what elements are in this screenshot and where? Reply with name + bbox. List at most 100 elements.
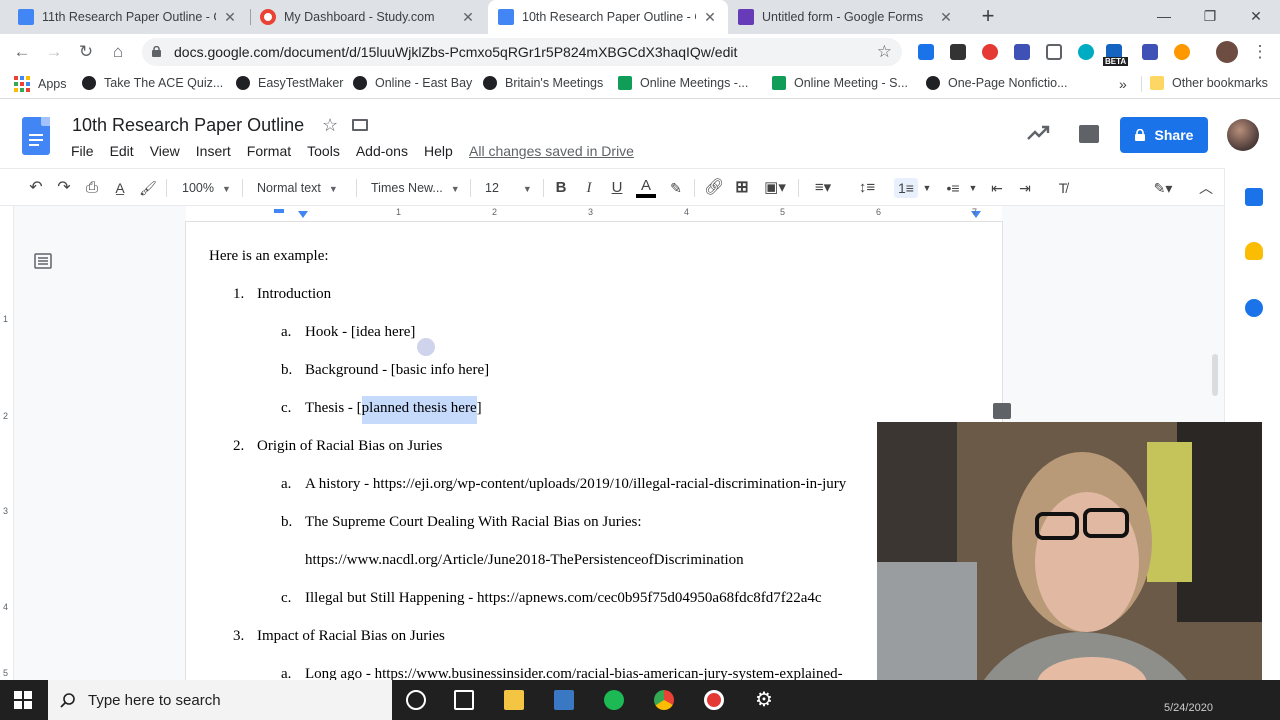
back-icon[interactable]: ← (10, 40, 34, 64)
file-explorer-icon[interactable] (504, 690, 524, 710)
url-text[interactable]: docs.google.com/document/d/15luuWjklZbs-… (174, 44, 737, 60)
browser-tab[interactable]: Untitled form - Google Forms ✕ (728, 0, 964, 34)
bookmark-item[interactable]: Online Meeting - S... (772, 76, 908, 90)
home-icon[interactable]: ⌂ (106, 40, 130, 64)
bookmark-star-icon[interactable]: ☆ (877, 42, 892, 62)
italic-button[interactable]: I (580, 178, 598, 198)
increase-indent-icon[interactable]: ⇥ (1014, 178, 1036, 198)
comment-history-icon[interactable] (1079, 125, 1099, 143)
task-view-icon[interactable] (454, 690, 474, 710)
font-select[interactable]: Times New... ▼ (371, 178, 460, 198)
spellcheck-icon[interactable]: A̲ (110, 178, 130, 198)
extension-icon[interactable] (982, 44, 998, 60)
store-icon[interactable] (554, 690, 574, 710)
reload-icon[interactable]: ↻ (74, 40, 98, 64)
close-icon[interactable]: ✕ (460, 9, 476, 25)
align-icon[interactable]: ≡▾ (808, 178, 838, 198)
share-button[interactable]: Share (1120, 117, 1208, 153)
font-size-select[interactable]: 12 ▼ (485, 178, 532, 198)
numbered-list-icon[interactable]: 1≡ (894, 178, 918, 198)
browser-tab-active[interactable]: 10th Research Paper Outline - Go ✕ (488, 0, 728, 34)
bookmark-item[interactable]: EasyTestMaker (236, 76, 343, 90)
bold-button[interactable]: B (552, 178, 570, 198)
browser-tab[interactable]: My Dashboard - Study.com ✕ (250, 0, 486, 34)
extension-icon[interactable] (1078, 44, 1094, 60)
activity-dashboard-icon[interactable] (1026, 123, 1050, 143)
document-outline-icon[interactable] (34, 253, 52, 269)
browser-tab[interactable]: 11th Research Paper Outline - Go ✕ (8, 0, 248, 34)
bookmark-apps[interactable]: Apps (14, 76, 67, 92)
extension-icon[interactable] (1014, 44, 1030, 60)
cortana-icon[interactable] (406, 690, 426, 710)
restore-icon[interactable]: ❐ (1190, 4, 1230, 28)
link-icon[interactable]: 🔗︎ (704, 178, 724, 198)
print-icon[interactable]: ⎙ (82, 178, 102, 198)
bookmark-item[interactable]: Online Meetings -... (618, 76, 748, 90)
first-line-indent-marker[interactable] (274, 209, 284, 213)
menu-help[interactable]: Help (424, 143, 453, 159)
profile-avatar[interactable] (1216, 41, 1238, 63)
keep-icon[interactable] (1245, 242, 1263, 260)
menu-file[interactable]: File (71, 143, 94, 159)
editing-mode-icon[interactable]: ✎▾ (1146, 178, 1180, 198)
menu-tools[interactable]: Tools (307, 143, 340, 159)
bookmark-item[interactable]: Britain's Meetings (483, 76, 603, 90)
insert-image-icon[interactable]: ▣▾ (760, 178, 790, 198)
left-indent-marker[interactable] (298, 211, 308, 218)
extension-icon[interactable] (950, 44, 966, 60)
paint-format-icon[interactable]: 🖌 (138, 178, 158, 198)
move-to-folder-icon[interactable] (352, 119, 368, 131)
extension-icon[interactable] (918, 44, 934, 60)
forward-icon[interactable]: → (42, 40, 66, 64)
bookmark-item[interactable]: Online - East Bay (353, 76, 472, 90)
extension-icon[interactable] (1174, 44, 1190, 60)
undo-icon[interactable]: ↶ (26, 178, 46, 198)
menu-addons[interactable]: Add-ons (356, 143, 408, 159)
zoom-select[interactable]: 100% ▼ (182, 178, 231, 198)
extension-icon[interactable] (1046, 44, 1062, 60)
chrome-icon[interactable] (654, 690, 674, 710)
decrease-indent-icon[interactable]: ⇤ (986, 178, 1008, 198)
close-icon[interactable]: ✕ (938, 9, 954, 25)
settings-gear-icon[interactable]: ⚙ (754, 690, 774, 710)
bulleted-list-icon[interactable]: •≡ (942, 178, 964, 198)
save-status[interactable]: All changes saved in Drive (469, 143, 634, 159)
line-spacing-icon[interactable]: ↕≡ (856, 178, 878, 198)
style-select[interactable]: Normal text ▼ (257, 178, 338, 198)
menu-format[interactable]: Format (247, 143, 291, 159)
caret-down-icon[interactable]: ▼ (920, 178, 934, 198)
star-icon[interactable]: ☆ (322, 115, 338, 136)
add-comment-icon[interactable] (993, 403, 1011, 419)
menu-edit[interactable]: Edit (110, 143, 134, 159)
clear-formatting-icon[interactable]: T̸ (1052, 178, 1074, 198)
menu-insert[interactable]: Insert (196, 143, 231, 159)
recorder-icon[interactable] (704, 690, 724, 710)
windows-start-icon[interactable] (14, 691, 32, 709)
address-bar[interactable]: docs.google.com/document/d/15luuWjklZbs-… (142, 38, 902, 66)
menu-view[interactable]: View (150, 143, 180, 159)
highlight-color-icon[interactable]: ✎ (666, 178, 686, 198)
scrollbar-thumb[interactable] (1212, 354, 1218, 396)
redo-icon[interactable]: ↷ (54, 178, 74, 198)
caret-down-icon[interactable]: ▼ (966, 178, 980, 198)
more-vert-icon[interactable]: ⋮ (1248, 40, 1272, 64)
bookmarks-overflow-button[interactable]: » (1119, 76, 1127, 92)
other-bookmarks[interactable]: Other bookmarks (1150, 76, 1268, 90)
spotify-icon[interactable] (604, 690, 624, 710)
text-color-button[interactable]: A (636, 178, 656, 198)
extension-icon[interactable] (1142, 44, 1158, 60)
bookmark-item[interactable]: One-Page Nonfictio... (926, 76, 1068, 90)
close-icon[interactable]: ✕ (702, 9, 718, 25)
bookmark-item[interactable]: Take The ACE Quiz... (82, 76, 223, 90)
collapse-icon[interactable]: ︿ (1196, 178, 1216, 198)
tasks-icon[interactable] (1245, 299, 1263, 317)
close-icon[interactable]: ✕ (222, 9, 238, 25)
new-tab-button[interactable]: + (976, 5, 1000, 29)
account-avatar[interactable] (1227, 119, 1259, 151)
underline-button[interactable]: U (608, 178, 626, 198)
taskbar-search[interactable]: Type here to search (48, 680, 392, 720)
add-comment-icon[interactable]: ⊞ (732, 178, 752, 198)
minimize-icon[interactable]: — (1144, 4, 1184, 28)
docs-logo-icon[interactable] (22, 117, 50, 155)
calendar-icon[interactable] (1245, 188, 1263, 206)
